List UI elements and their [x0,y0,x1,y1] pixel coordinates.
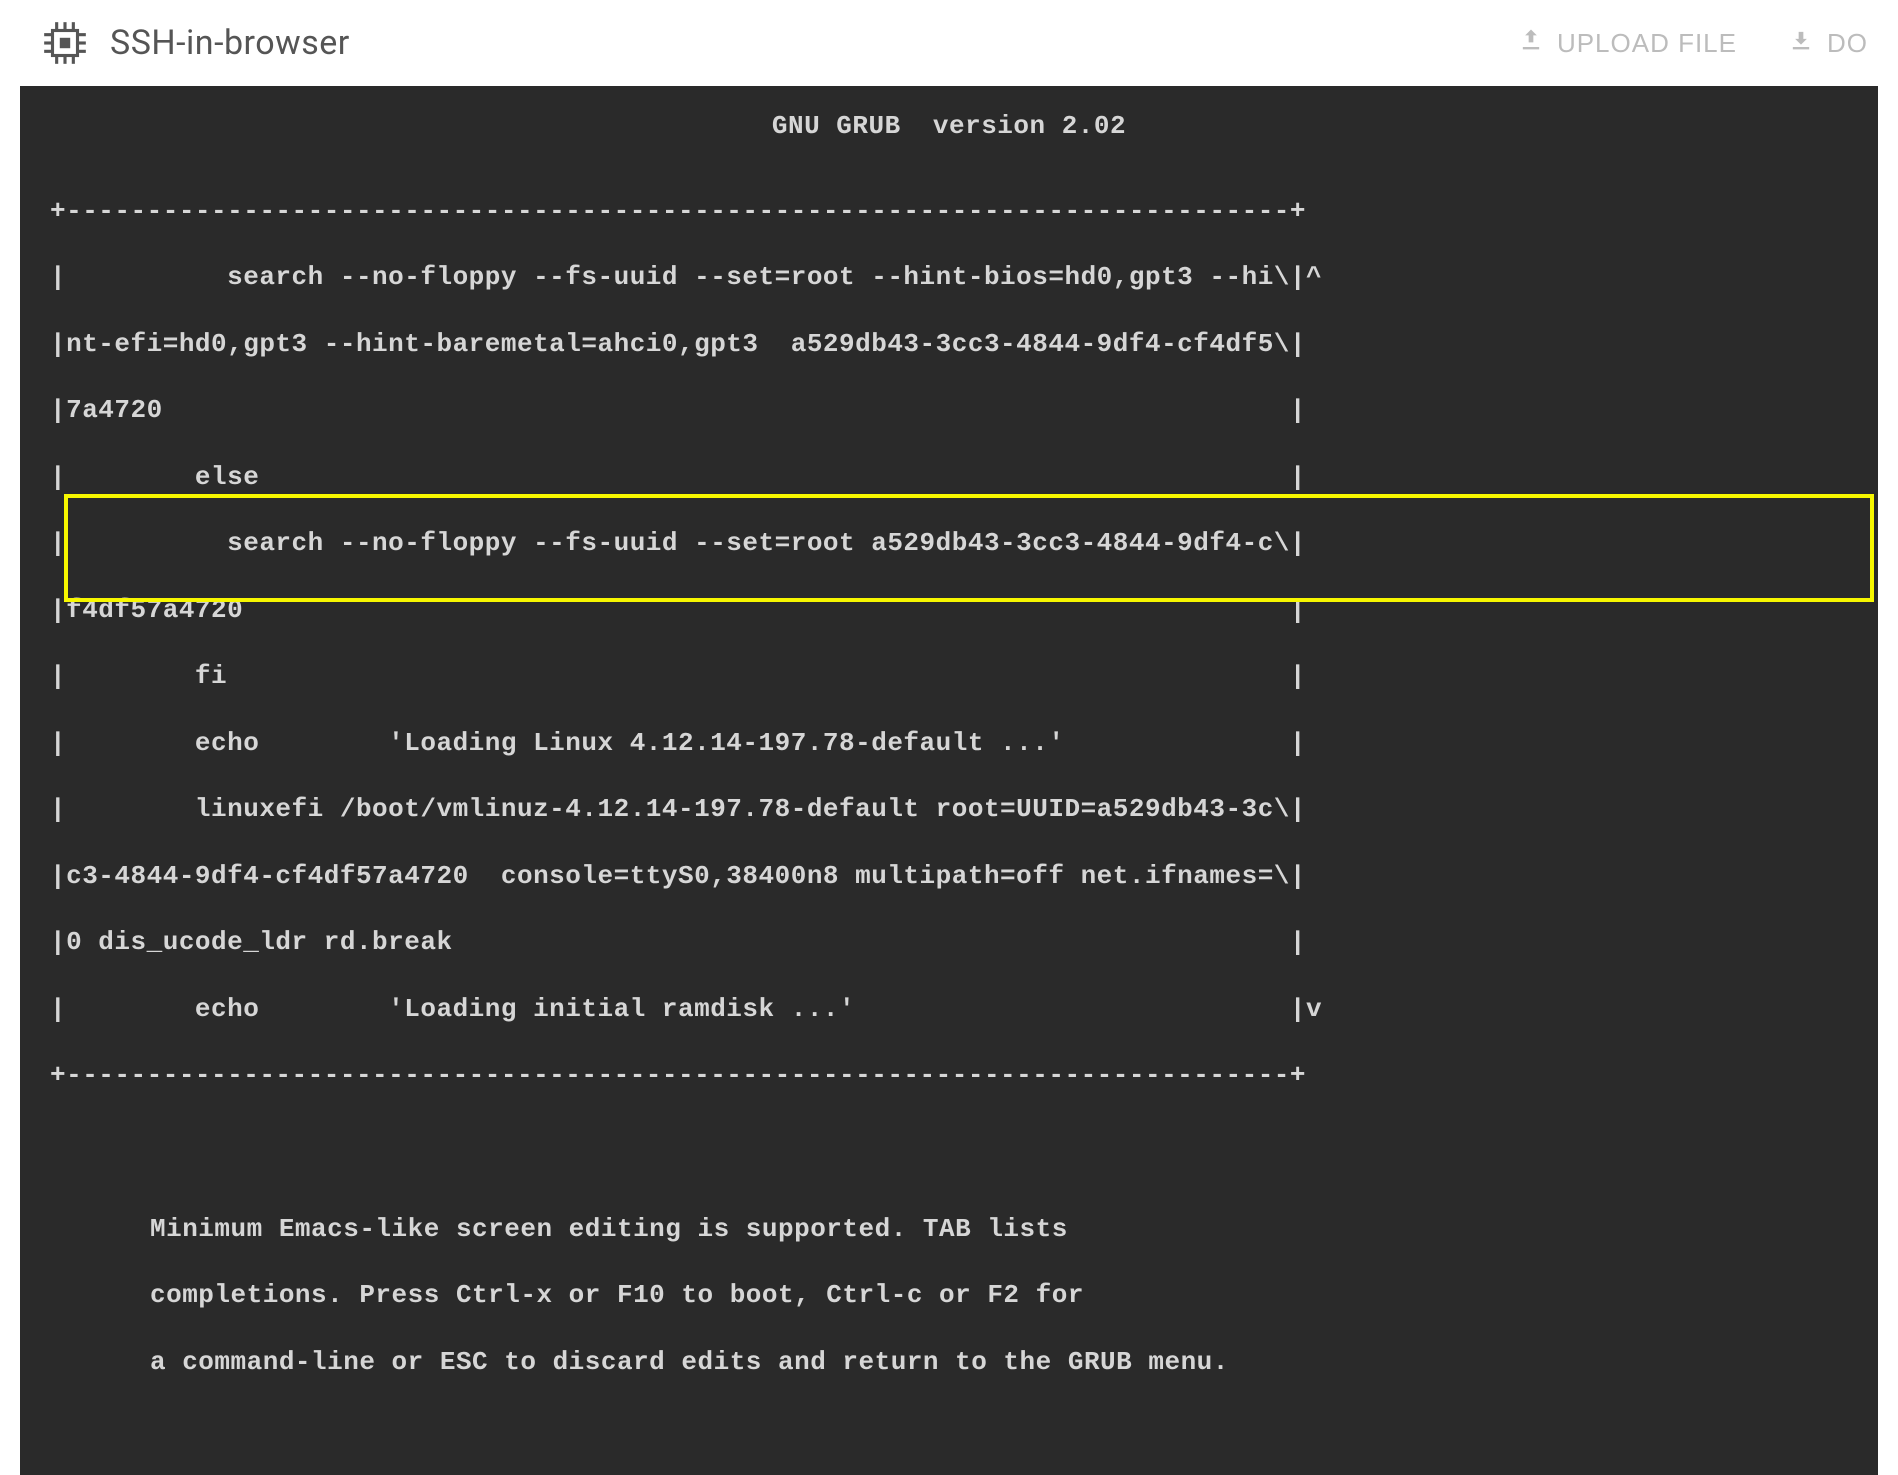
upload-file-button[interactable]: UPLOAD FILE [1517,26,1737,61]
download-label: DO [1827,28,1868,59]
grub-help-text: Minimum Emacs-like screen editing is sup… [50,1179,1848,1445]
grub-line: | search --no-floppy --fs-uuid --set=roo… [50,261,1848,294]
grub-line: |7a4720 | [50,394,1848,427]
help-line: a command-line or ESC to discard edits a… [150,1346,1848,1379]
grub-title: GNU GRUB version 2.02 [50,110,1848,143]
upload-label: UPLOAD FILE [1557,28,1737,59]
box-border-bottom: +---------------------------------------… [50,1059,1848,1092]
upload-icon [1517,26,1545,61]
grub-line: | echo 'Loading Linux 4.12.14-197.78-def… [50,727,1848,760]
grub-line: |f4df57a4720 | [50,594,1848,627]
download-file-button[interactable]: DO [1787,26,1868,61]
header-left: SSH-in-browser [40,18,350,68]
grub-line: | search --no-floppy --fs-uuid --set=roo… [50,527,1848,560]
help-line: Minimum Emacs-like screen editing is sup… [150,1213,1848,1246]
help-line: completions. Press Ctrl-x or F10 to boot… [150,1279,1848,1312]
header-bar: SSH-in-browser UPLOAD FILE DO [0,0,1898,86]
header-right: UPLOAD FILE DO [1517,26,1868,61]
grub-line: | fi | [50,660,1848,693]
grub-line: |c3-4844-9df4-cf4df57a4720 console=ttyS0… [50,860,1848,893]
chip-icon [40,18,90,68]
grub-editor-box: +---------------------------------------… [50,161,1848,1159]
grub-line: |nt-efi=hd0,gpt3 --hint-baremetal=ahci0,… [50,328,1848,361]
grub-line: | echo 'Loading initial ramdisk ...' |v [50,993,1848,1026]
box-border-top: +---------------------------------------… [50,195,1848,228]
terminal-window[interactable]: GNU GRUB version 2.02 +-----------------… [20,86,1878,1475]
download-icon [1787,26,1815,61]
app-title: SSH-in-browser [110,23,350,63]
grub-line: |0 dis_ucode_ldr rd.break | [50,926,1848,959]
grub-line: | else | [50,461,1848,494]
grub-line: | linuxefi /boot/vmlinuz-4.12.14-197.78-… [50,793,1848,826]
